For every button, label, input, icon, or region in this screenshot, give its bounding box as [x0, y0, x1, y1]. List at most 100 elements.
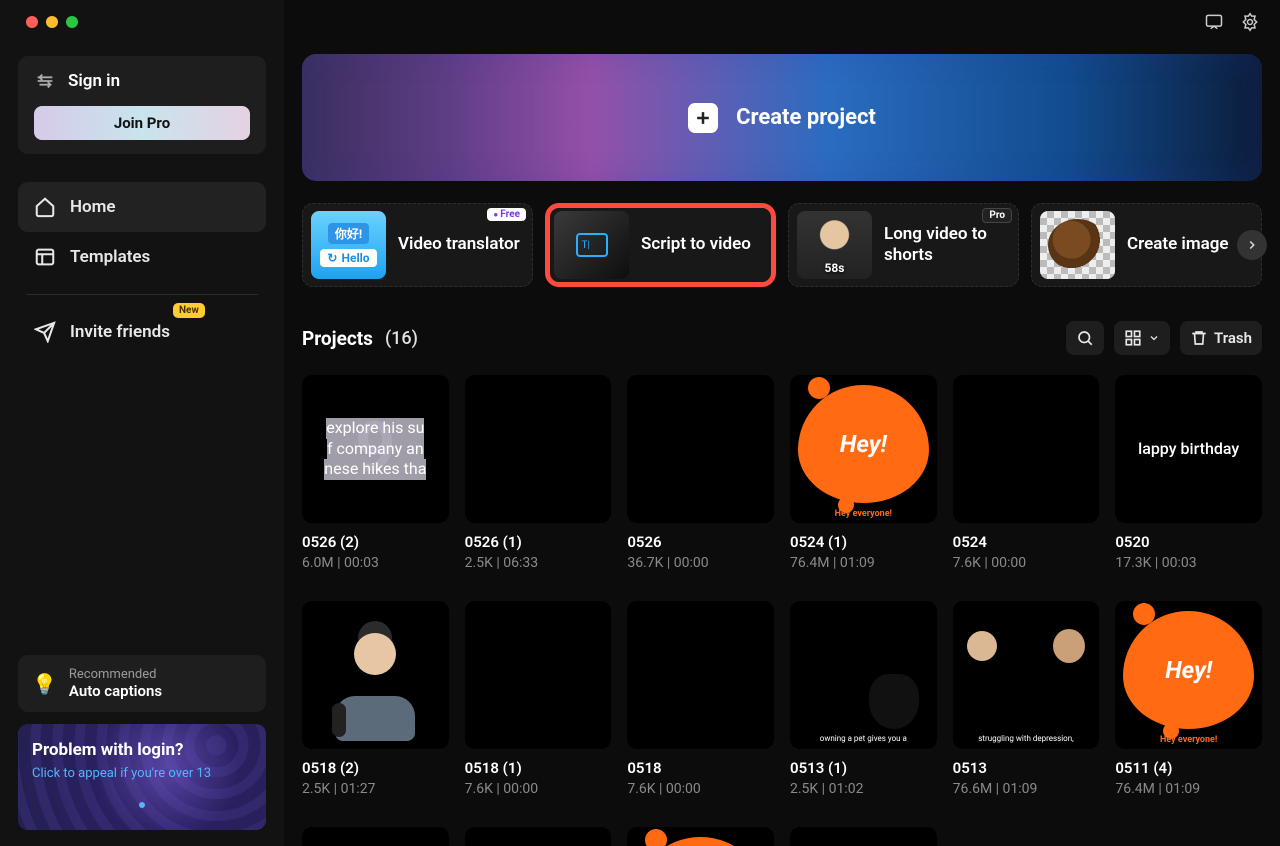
- project-name: 0518: [627, 759, 774, 777]
- search-button[interactable]: [1066, 321, 1104, 355]
- feature-create-image[interactable]: Create image: [1031, 203, 1262, 287]
- feature-title: Long video to shorts: [884, 224, 1006, 267]
- project-card[interactable]: lappy birthday 0520 17.3K | 00:03: [1115, 375, 1262, 571]
- feedback-icon[interactable]: [1204, 12, 1224, 36]
- login-card-title: Problem with login?: [32, 740, 252, 760]
- nav-separator: [26, 294, 258, 295]
- projects-grid: 9explore his suf company annese hikes th…: [302, 375, 1262, 846]
- view-switch-button[interactable]: [1114, 321, 1170, 355]
- free-badge: Free: [487, 208, 526, 221]
- project-thumbnail: [953, 375, 1100, 523]
- project-thumbnail: Hey!Hey everyone!: [1115, 601, 1262, 749]
- project-thumbnail: [790, 827, 937, 846]
- project-name: 0513: [953, 759, 1100, 777]
- nav-invite-label: Invite friends: [70, 322, 170, 342]
- project-thumbnail: [302, 601, 449, 749]
- project-meta: 17.3K | 00:03: [1115, 555, 1262, 571]
- projects-title: Projects: [302, 327, 373, 350]
- project-card[interactable]: 0526 (1) 2.5K | 06:33: [465, 375, 612, 571]
- maximize-window-icon[interactable]: [66, 16, 78, 28]
- trash-button[interactable]: Trash: [1180, 321, 1262, 355]
- feature-row: 你好! Hello Video translator Free T| Scrip…: [302, 203, 1262, 287]
- app-logo-icon: [34, 70, 56, 92]
- project-thumbnail: [302, 827, 449, 846]
- recommended-card[interactable]: 💡 Recommended Auto captions: [18, 655, 266, 712]
- project-name: 0520: [1115, 533, 1262, 551]
- project-thumbnail: [465, 601, 612, 749]
- join-pro-button[interactable]: Join Pro: [34, 106, 250, 140]
- login-problem-card[interactable]: Problem with login? Click to appeal if y…: [18, 724, 266, 830]
- project-thumbnail: [627, 375, 774, 523]
- project-name: 0524: [953, 533, 1100, 551]
- project-card[interactable]: 0518 (1) 7.6K | 00:00: [465, 601, 612, 797]
- feature-thumb: 你好! Hello: [311, 211, 386, 279]
- feature-title: Video translator: [398, 234, 520, 255]
- projects-tools: Trash: [1066, 321, 1262, 355]
- project-card[interactable]: 0526 36.7K | 00:00: [627, 375, 774, 571]
- recommended-title: Auto captions: [69, 682, 162, 700]
- sidebar: Sign in Join Pro Home Templates Invite f…: [0, 0, 284, 846]
- project-meta: 7.6K | 00:00: [953, 555, 1100, 571]
- project-meta: 36.7K | 00:00: [627, 555, 774, 571]
- create-project-hero[interactable]: Create project: [302, 54, 1262, 181]
- project-name: 0518 (1): [465, 759, 612, 777]
- thumb-text-zh: 你好!: [328, 223, 369, 244]
- create-project-label: Create project: [736, 105, 876, 130]
- feature-thumb: [1040, 211, 1115, 279]
- recommended-text: Recommended Auto captions: [69, 667, 162, 700]
- sign-in-label: Sign in: [68, 71, 120, 91]
- new-badge: New: [173, 303, 205, 318]
- project-card[interactable]: owning a pet gives you a0513 (1)2.5K | 0…: [790, 601, 937, 797]
- project-meta: 7.6K | 00:00: [465, 781, 612, 797]
- project-name: 0513 (1): [790, 759, 937, 777]
- main-content: Create project 你好! Hello Video translato…: [284, 0, 1280, 846]
- login-card-subtitle: Click to appeal if you're over 13: [32, 766, 252, 783]
- feature-long-video-to-shorts[interactable]: Long video to shorts Pro: [788, 203, 1019, 287]
- project-card[interactable]: 0524 7.6K | 00:00: [953, 375, 1100, 571]
- templates-icon: [34, 246, 56, 268]
- project-meta: 76.6M | 01:09: [953, 781, 1100, 797]
- project-thumbnail: lappy birthday: [1115, 375, 1262, 523]
- sign-in-button[interactable]: Sign in: [34, 70, 250, 92]
- project-meta: 7.6K | 00:00: [627, 781, 774, 797]
- project-card[interactable]: Hey!Hey everyone!0511 (4)76.4M | 01:09: [1115, 601, 1262, 797]
- project-name: 0526: [627, 533, 774, 551]
- nav-home[interactable]: Home: [18, 182, 266, 232]
- project-card[interactable]: Hey!Hey everyone!0524 (1)76.4M | 01:09: [790, 375, 937, 571]
- project-card[interactable]: struggling with depression,051376.6M | 0…: [953, 601, 1100, 797]
- project-meta: 2.5K | 06:33: [465, 555, 612, 571]
- home-icon: [34, 196, 56, 218]
- project-card[interactable]: [790, 827, 937, 846]
- project-meta: 2.5K | 01:27: [302, 781, 449, 797]
- project-card[interactable]: 0518 (2) 2.5K | 01:27: [302, 601, 449, 797]
- project-meta: 6.0M | 00:03: [302, 555, 449, 571]
- project-card[interactable]: Hey!Hey everyone!: [627, 827, 774, 846]
- feature-title: Script to video: [641, 234, 751, 255]
- project-meta: 76.4M | 01:09: [1115, 781, 1262, 797]
- project-card[interactable]: [465, 827, 612, 846]
- feature-script-to-video[interactable]: T| Script to video: [545, 203, 776, 287]
- join-pro-label: Join Pro: [114, 114, 170, 132]
- sidebar-bottom: 💡 Recommended Auto captions Problem with…: [18, 655, 266, 830]
- project-meta: 76.4M | 01:09: [790, 555, 937, 571]
- nav-templates-label: Templates: [70, 247, 150, 267]
- lightbulb-icon: 💡: [32, 672, 57, 696]
- project-thumbnail: Hey!Hey everyone!: [627, 827, 774, 846]
- nav-templates[interactable]: Templates: [18, 232, 266, 282]
- send-icon: [34, 321, 56, 343]
- project-card[interactable]: [302, 827, 449, 846]
- nav-home-label: Home: [70, 197, 116, 217]
- minimize-window-icon[interactable]: [46, 16, 58, 28]
- thumb-text-en: Hello: [320, 249, 376, 267]
- settings-icon[interactable]: [1240, 12, 1260, 36]
- project-card[interactable]: 9explore his suf company annese hikes th…: [302, 375, 449, 571]
- project-name: 0518 (2): [302, 759, 449, 777]
- project-name: 0526 (1): [465, 533, 612, 551]
- project-card[interactable]: 0518 7.6K | 00:00: [627, 601, 774, 797]
- nav-invite-friends[interactable]: Invite friends New: [18, 307, 266, 357]
- features-next-button[interactable]: [1237, 230, 1267, 260]
- feature-video-translator[interactable]: 你好! Hello Video translator Free: [302, 203, 533, 287]
- close-window-icon[interactable]: [26, 16, 38, 28]
- feature-thumb: [797, 211, 872, 279]
- sidebar-nav: Home Templates Invite friends New: [18, 182, 266, 357]
